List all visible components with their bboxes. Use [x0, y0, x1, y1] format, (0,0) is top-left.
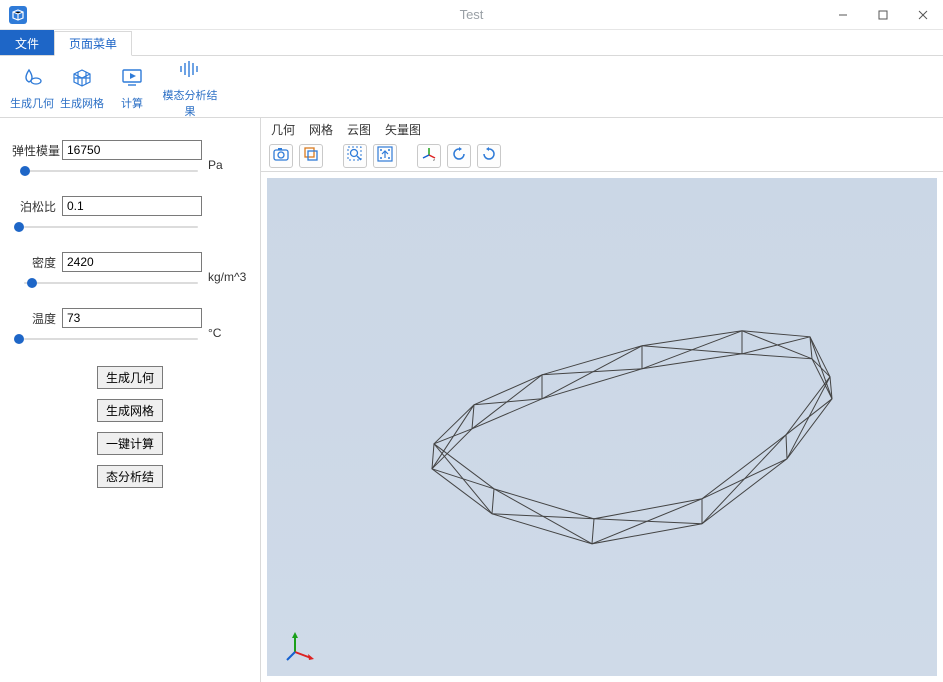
window-title: Test	[460, 7, 484, 22]
temperature-unit: °C	[208, 314, 248, 340]
elastic-modulus-label: 弹性模量	[12, 142, 56, 159]
elastic-modulus-input[interactable]	[62, 140, 202, 160]
ribbon: 生成几何 生成网格 计算 模态分析结果	[0, 56, 943, 118]
rotate-ccw-icon	[451, 146, 467, 165]
ribbon-modal-results[interactable]: 模态分析结果	[160, 55, 220, 119]
screenshot-button[interactable]	[269, 144, 293, 168]
density-label: 密度	[12, 254, 56, 271]
minimize-button[interactable]	[823, 1, 863, 29]
layers-icon	[303, 146, 319, 165]
rotate-ccw-button[interactable]	[447, 144, 471, 168]
poisson-input[interactable]	[62, 196, 202, 216]
zoom-region-button[interactable]	[343, 144, 367, 168]
tab-file[interactable]: 文件	[0, 30, 54, 55]
viewer-toolbar	[261, 140, 943, 172]
generate-mesh-button[interactable]: 生成网格	[97, 399, 163, 422]
viewer-tabs: 几何 网格 云图 矢量图	[261, 118, 943, 140]
camera-icon	[273, 147, 289, 164]
ribbon-label: 生成几何	[10, 95, 54, 111]
temperature-slider[interactable]	[14, 332, 198, 346]
tab-page-menu[interactable]: 页面菜单	[54, 31, 132, 56]
modal-analysis-button[interactable]: 态分析结	[97, 465, 163, 488]
viewer-tab-vector[interactable]: 矢量图	[385, 121, 421, 138]
droplet-icon	[10, 63, 54, 91]
viewport-3d[interactable]	[267, 178, 937, 676]
ribbon-compute[interactable]: 计算	[110, 63, 154, 111]
poisson-slider[interactable]	[14, 220, 198, 234]
wireframe-model	[342, 249, 862, 579]
cube-grid-icon	[60, 63, 104, 91]
viewer-tab-geometry[interactable]: 几何	[271, 121, 295, 138]
poisson-unit	[208, 209, 248, 221]
density-unit: kg/m^3	[208, 258, 248, 284]
rotate-cw-icon	[481, 146, 497, 165]
density-input[interactable]	[62, 252, 202, 272]
density-slider[interactable]	[14, 276, 198, 290]
temperature-label: 温度	[12, 310, 56, 327]
zoom-box-icon	[347, 146, 363, 165]
maximize-button[interactable]	[863, 1, 903, 29]
ribbon-generate-geometry[interactable]: 生成几何	[10, 63, 54, 111]
elastic-modulus-slider[interactable]	[14, 164, 198, 178]
ribbon-label: 计算	[110, 95, 154, 111]
play-screen-icon	[110, 63, 154, 91]
one-click-compute-button[interactable]: 一键计算	[97, 432, 163, 455]
elastic-modulus-unit: Pa	[208, 146, 248, 172]
window-controls	[823, 1, 943, 29]
fit-view-button[interactable]	[373, 144, 397, 168]
viewer-tab-mesh[interactable]: 网格	[309, 121, 333, 138]
close-button[interactable]	[903, 1, 943, 29]
axes-orientation-button[interactable]	[417, 144, 441, 168]
ribbon-label: 模态分析结果	[160, 87, 220, 119]
title-bar: Test	[0, 0, 943, 30]
temperature-input[interactable]	[62, 308, 202, 328]
select-button[interactable]	[299, 144, 323, 168]
viewer-tab-cloud[interactable]: 云图	[347, 121, 371, 138]
fit-icon	[377, 146, 393, 165]
parameters-panel: 弹性模量 Pa 泊松比	[0, 118, 260, 682]
field-temperature: 温度 °C	[12, 308, 248, 346]
app-icon	[6, 3, 30, 27]
ribbon-generate-mesh[interactable]: 生成网格	[60, 63, 104, 111]
field-density: 密度 kg/m^3	[12, 252, 248, 290]
field-poisson: 泊松比	[12, 196, 248, 234]
field-elastic-modulus: 弹性模量 Pa	[12, 140, 248, 178]
waveform-icon	[160, 55, 220, 83]
rotate-cw-button[interactable]	[477, 144, 501, 168]
axis-triad-icon	[285, 630, 317, 662]
generate-geometry-button[interactable]: 生成几何	[97, 366, 163, 389]
axes-icon	[421, 146, 437, 165]
viewer-panel: 几何 网格 云图 矢量图	[260, 118, 943, 682]
menu-tabs: 文件 页面菜单	[0, 30, 943, 56]
poisson-label: 泊松比	[12, 198, 56, 215]
ribbon-label: 生成网格	[60, 95, 104, 111]
